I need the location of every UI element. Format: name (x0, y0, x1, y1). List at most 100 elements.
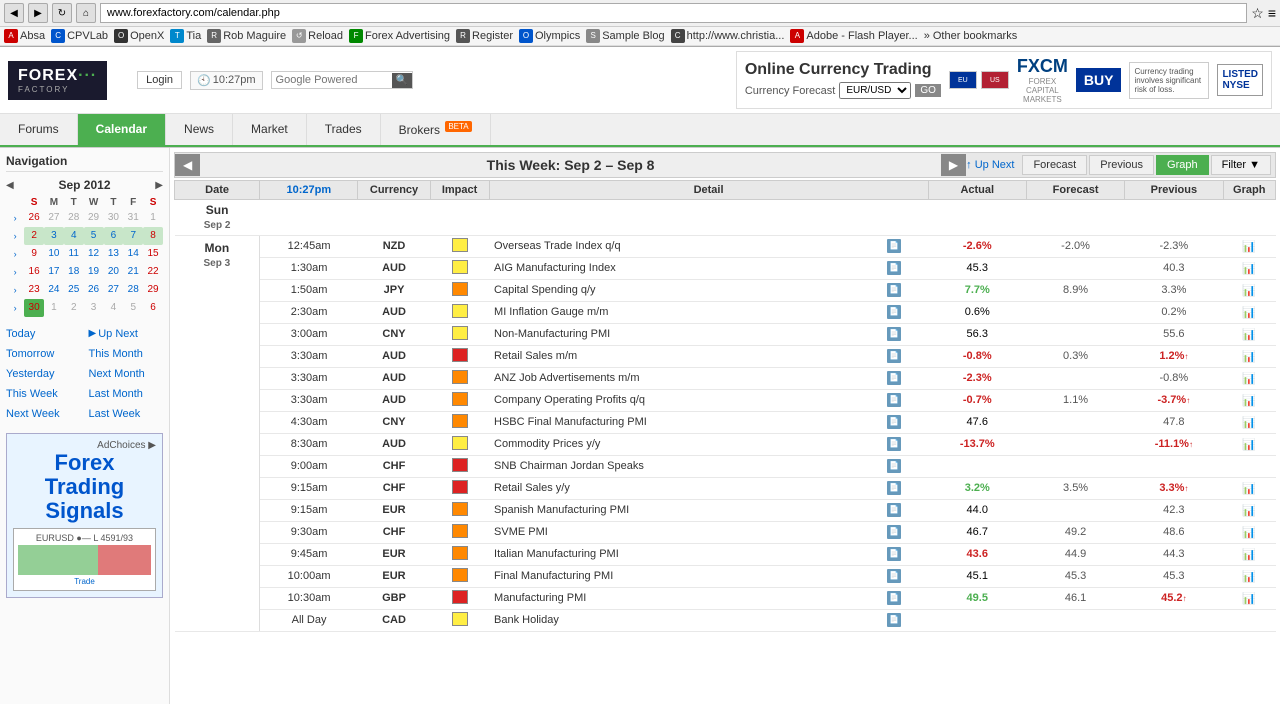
cal-day[interactable]: 6 (104, 227, 124, 245)
info-icon[interactable]: 📄 (887, 503, 901, 517)
nav-news[interactable]: News (166, 114, 233, 145)
graph-cell[interactable]: 📊 (1223, 477, 1276, 499)
cal-day[interactable]: 2 (24, 227, 44, 245)
cal-day-today[interactable]: 30 (24, 299, 44, 317)
reload-button[interactable]: ↻ (52, 3, 72, 23)
forecast-button[interactable]: Forecast (1022, 155, 1087, 175)
cal-day[interactable]: 9 (24, 245, 44, 263)
link-nextweek[interactable]: Next Week (6, 405, 81, 423)
cal-day[interactable]: 3 (44, 227, 64, 245)
info-icon[interactable]: 📄 (887, 613, 901, 627)
bar-chart-icon[interactable]: 📊 (1242, 329, 1256, 341)
cal-day[interactable]: 4 (64, 227, 84, 245)
cal-day[interactable]: 5 (123, 299, 143, 317)
cal-day[interactable]: 28 (123, 281, 143, 299)
events-scroll-area[interactable]: Date 10:27pm Currency Impact Detail Actu… (174, 180, 1276, 700)
graph-cell[interactable]: 📊 (1223, 301, 1276, 323)
info-icon[interactable]: 📄 (887, 327, 901, 341)
graph-button[interactable]: Graph (1156, 155, 1209, 175)
nav-calendar[interactable]: Calendar (78, 114, 166, 145)
search-button[interactable]: 🔍 (392, 73, 412, 88)
link-today[interactable]: Today (6, 325, 81, 343)
cal-day[interactable]: 19 (84, 263, 104, 281)
cal-day[interactable]: 30 (104, 209, 124, 227)
info-icon[interactable]: 📄 (887, 393, 901, 407)
cal-day[interactable]: 5 (84, 227, 104, 245)
info-cell[interactable]: 📄 (882, 521, 928, 543)
cal-day[interactable]: 26 (84, 281, 104, 299)
cal-day[interactable]: 23 (24, 281, 44, 299)
cal-day[interactable]: 7 (123, 227, 143, 245)
info-cell[interactable]: 📄 (882, 455, 928, 477)
cal-day[interactable]: 12 (84, 245, 104, 263)
cal-day[interactable]: 18 (64, 263, 84, 281)
bar-chart-icon[interactable]: 📊 (1242, 263, 1256, 275)
cal-day[interactable]: 28 (64, 209, 84, 227)
cal-day[interactable]: 14 (123, 245, 143, 263)
bar-chart-icon[interactable]: 📊 (1242, 285, 1256, 297)
login-button[interactable]: Login (137, 71, 182, 89)
cal-day[interactable]: 24 (44, 281, 64, 299)
cal-day[interactable]: 22 (143, 263, 163, 281)
info-icon[interactable]: 📄 (887, 569, 901, 583)
bm-olympics[interactable]: O Olympics (519, 29, 580, 43)
bm-register[interactable]: R Register (456, 29, 513, 43)
info-cell[interactable]: 📄 (882, 257, 928, 279)
cal-day[interactable]: 2 (64, 299, 84, 317)
cal-day[interactable]: 29 (84, 209, 104, 227)
bar-chart-icon[interactable]: 📊 (1242, 505, 1256, 517)
info-cell[interactable]: 📄 (882, 477, 928, 499)
graph-cell[interactable]: 📊 (1223, 499, 1276, 521)
info-icon[interactable]: 📄 (887, 459, 901, 473)
info-cell[interactable]: 📄 (882, 279, 928, 301)
info-icon[interactable]: 📄 (887, 305, 901, 319)
info-icon[interactable]: 📄 (887, 415, 901, 429)
graph-cell[interactable]: 📊 (1223, 543, 1276, 565)
cal-day[interactable]: 27 (44, 209, 64, 227)
graph-cell[interactable]: 📊 (1223, 411, 1276, 433)
bm-adobe[interactable]: A Adobe - Flash Player... (790, 29, 917, 43)
cal-day[interactable]: 1 (44, 299, 64, 317)
graph-cell[interactable]: 📊 (1223, 257, 1276, 279)
cal-day[interactable]: 13 (104, 245, 124, 263)
bm-reload[interactable]: ↺ Reload (292, 29, 343, 43)
col-time[interactable]: 10:27pm (260, 181, 358, 200)
search-input[interactable] (272, 72, 392, 88)
bar-chart-icon[interactable]: 📊 (1242, 241, 1256, 253)
go-button[interactable]: GO (915, 84, 941, 97)
back-button[interactable]: ◀ (4, 3, 24, 23)
cal-day[interactable]: 10 (44, 245, 64, 263)
graph-cell[interactable]: 📊 (1223, 279, 1276, 301)
bar-chart-icon[interactable]: 📊 (1242, 417, 1256, 429)
week-num[interactable]: › (6, 245, 24, 263)
bm-absa[interactable]: A Absa (4, 29, 45, 43)
graph-cell[interactable]: 📊 (1223, 235, 1276, 257)
nav-trades[interactable]: Trades (307, 114, 381, 145)
cal-day[interactable]: 4 (104, 299, 124, 317)
week-num[interactable]: › (6, 227, 24, 245)
bm-other[interactable]: » Other bookmarks (924, 30, 1018, 42)
week-num[interactable]: › (6, 209, 24, 227)
graph-cell[interactable]: 📊 (1223, 521, 1276, 543)
info-cell[interactable]: 📄 (882, 389, 928, 411)
cal-day[interactable]: 21 (123, 263, 143, 281)
info-cell[interactable]: 📄 (882, 543, 928, 565)
cal-day[interactable]: 27 (104, 281, 124, 299)
menu-icon[interactable]: ≡ (1268, 5, 1276, 21)
link-thismonth[interactable]: This Month (89, 345, 164, 363)
bm-robmaguire[interactable]: R Rob Maguire (207, 29, 286, 43)
up-next-button[interactable]: ↑ Up Next (966, 159, 1014, 171)
info-cell[interactable]: 📄 (882, 345, 928, 367)
cal-day[interactable]: 31 (123, 209, 143, 227)
info-icon[interactable]: 📄 (887, 437, 901, 451)
info-icon[interactable]: 📄 (887, 349, 901, 363)
previous-button[interactable]: Previous (1089, 155, 1154, 175)
cal-day[interactable]: 6 (143, 299, 163, 317)
info-icon[interactable]: 📄 (887, 591, 901, 605)
next-week-button[interactable]: ▶ (941, 154, 966, 176)
nav-market[interactable]: Market (233, 114, 307, 145)
cal-day[interactable]: 17 (44, 263, 64, 281)
graph-cell[interactable]: 📊 (1223, 389, 1276, 411)
bm-cpvlab[interactable]: C CPVLab (51, 29, 108, 43)
info-cell[interactable]: 📄 (882, 367, 928, 389)
